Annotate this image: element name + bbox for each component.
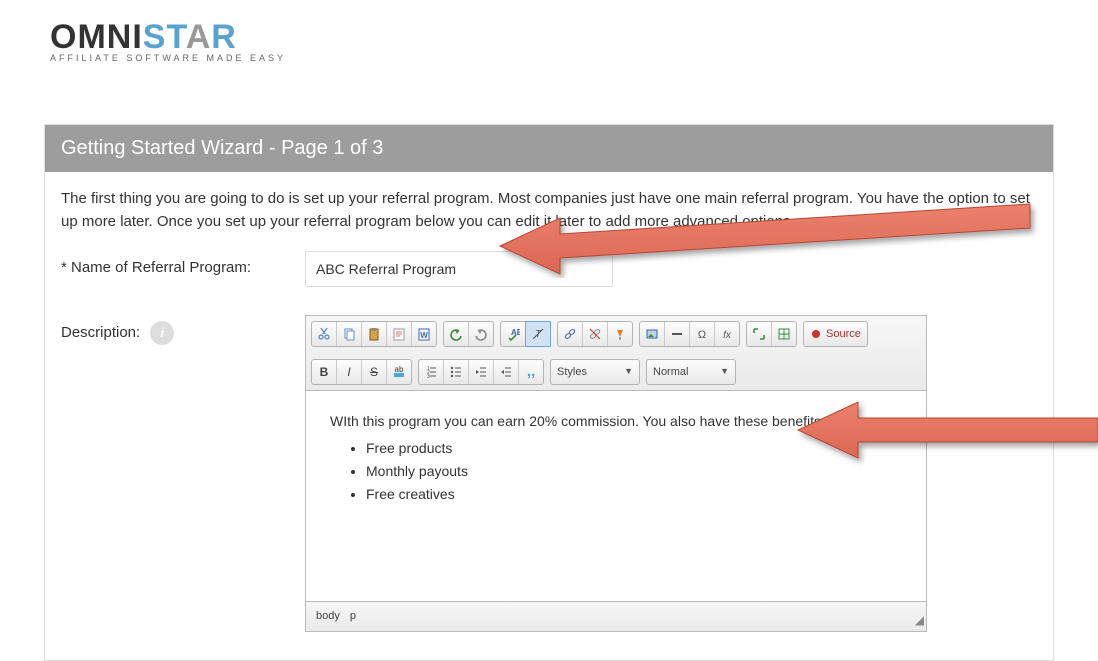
- styles-dropdown[interactable]: Styles▼: [550, 359, 640, 385]
- remove-format-icon[interactable]: T: [525, 321, 551, 347]
- bulletlist-icon[interactable]: [444, 360, 469, 384]
- anchor-icon[interactable]: [608, 322, 632, 346]
- path-p[interactable]: p: [350, 608, 356, 625]
- svg-text:fx: fx: [723, 330, 732, 341]
- list-item: Free products: [366, 438, 902, 459]
- svg-text:Ω: Ω: [698, 329, 706, 341]
- brand-part3: A: [186, 18, 212, 56]
- bold-icon[interactable]: B: [312, 360, 337, 384]
- wizard-header: Getting Started Wizard - Page 1 of 3: [45, 125, 1053, 172]
- brand-tagline: AFFILIATE SOFTWARE MADE EASY: [50, 53, 286, 63]
- maximize-icon[interactable]: [747, 322, 772, 346]
- math-icon[interactable]: fx: [715, 322, 739, 346]
- unlink-icon[interactable]: [583, 322, 608, 346]
- paste-word-icon[interactable]: W: [412, 322, 436, 346]
- spellcheck-icon[interactable]: AB: [501, 322, 526, 346]
- label-description: Description:: [61, 322, 140, 345]
- blockquote-icon[interactable]: ,,: [519, 360, 543, 384]
- image-icon[interactable]: [640, 322, 665, 346]
- bgcolor-icon[interactable]: ab: [387, 360, 411, 384]
- paste-icon[interactable]: [362, 322, 387, 346]
- specialchar-icon[interactable]: Ω: [690, 322, 715, 346]
- editor-toolbar: W AB T: [306, 316, 926, 391]
- intro-text: The first thing you are going to do is s…: [61, 188, 1037, 233]
- cut-icon[interactable]: [312, 322, 337, 346]
- row-description: Description: i W: [61, 315, 1037, 632]
- path-body[interactable]: body: [316, 608, 340, 625]
- brand-part2: ST: [143, 18, 186, 56]
- brand-part1: OMNI: [50, 18, 143, 56]
- numlist-icon[interactable]: 123: [419, 360, 444, 384]
- info-icon[interactable]: i: [150, 321, 174, 345]
- svg-text:3: 3: [427, 374, 430, 379]
- list-item: Monthly payouts: [366, 461, 902, 482]
- rich-text-editor: W AB T: [305, 315, 927, 632]
- program-name-input[interactable]: [305, 251, 613, 287]
- wizard-card: Getting Started Wizard - Page 1 of 3 The…: [44, 124, 1054, 661]
- editor-content[interactable]: WIth this program you can earn 20% commi…: [306, 391, 926, 601]
- editor-line: WIth this program you can earn 20% commi…: [330, 411, 902, 432]
- redo-icon[interactable]: [469, 322, 493, 346]
- label-program-name: * Name of Referral Program:: [61, 251, 305, 280]
- outdent-icon[interactable]: [469, 360, 494, 384]
- hr-icon[interactable]: [665, 322, 690, 346]
- svg-text:ab: ab: [395, 365, 404, 374]
- row-program-name: * Name of Referral Program:: [61, 251, 1037, 287]
- editor-bullets: Free products Monthly payouts Free creat…: [330, 438, 902, 505]
- italic-icon[interactable]: I: [337, 360, 362, 384]
- resize-grip-icon[interactable]: ◢: [915, 611, 924, 629]
- brand-part4: R: [211, 18, 237, 56]
- undo-icon[interactable]: [444, 322, 469, 346]
- brand-logo: OMNISTAR AFFILIATE SOFTWARE MADE EASY: [50, 18, 286, 63]
- editor-elements-path: body p ◢: [306, 601, 926, 631]
- paste-text-icon[interactable]: [387, 322, 412, 346]
- source-button[interactable]: Source: [803, 321, 868, 347]
- strike-icon[interactable]: S: [362, 360, 387, 384]
- svg-text:W: W: [420, 331, 428, 340]
- page: { "brand": { "part1":"OMNI", "part2":"ST…: [0, 0, 1098, 618]
- list-item: Free creatives: [366, 484, 902, 505]
- link-icon[interactable]: [558, 322, 583, 346]
- showblocks-icon[interactable]: [772, 322, 796, 346]
- copy-icon[interactable]: [337, 322, 362, 346]
- indent-icon[interactable]: [494, 360, 519, 384]
- format-dropdown[interactable]: Normal▼: [646, 359, 736, 385]
